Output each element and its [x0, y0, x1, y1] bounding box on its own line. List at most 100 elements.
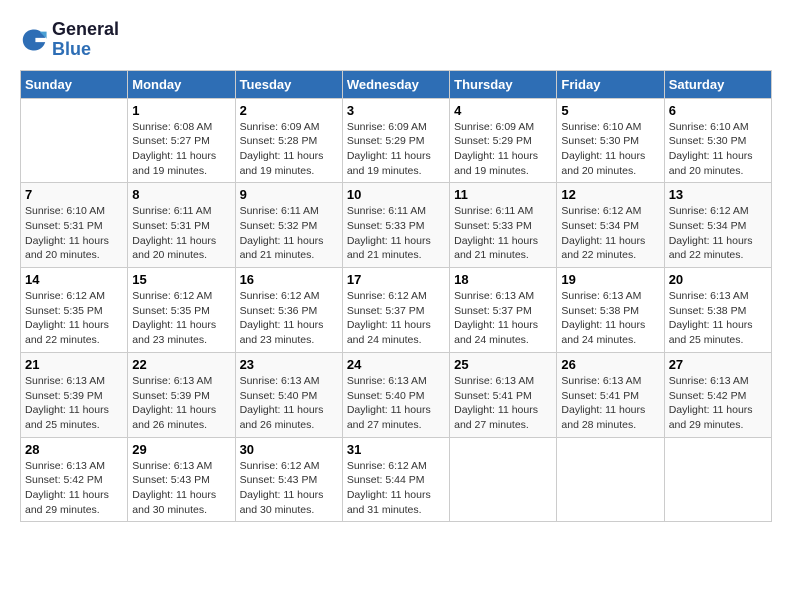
day-number: 15: [132, 272, 230, 287]
day-info: Sunrise: 6:13 AMSunset: 5:38 PMDaylight:…: [561, 289, 659, 348]
week-row-4: 21 Sunrise: 6:13 AMSunset: 5:39 PMDayligh…: [21, 352, 772, 437]
day-number: 2: [240, 103, 338, 118]
day-info: Sunrise: 6:13 AMSunset: 5:41 PMDaylight:…: [454, 374, 552, 433]
header-day-sunday: Sunday: [21, 70, 128, 98]
day-number: 5: [561, 103, 659, 118]
calendar-cell: 6 Sunrise: 6:10 AMSunset: 5:30 PMDaylight…: [664, 98, 771, 183]
calendar-cell: 19 Sunrise: 6:13 AMSunset: 5:38 PMDayligh…: [557, 268, 664, 353]
day-number: 12: [561, 187, 659, 202]
calendar-cell: 11 Sunrise: 6:11 AMSunset: 5:33 PMDayligh…: [450, 183, 557, 268]
day-info: Sunrise: 6:09 AMSunset: 5:29 PMDaylight:…: [347, 120, 445, 179]
week-row-5: 28 Sunrise: 6:13 AMSunset: 5:42 PMDayligh…: [21, 437, 772, 522]
page-header: General Blue: [20, 20, 772, 60]
header-day-friday: Friday: [557, 70, 664, 98]
calendar-cell: 23 Sunrise: 6:13 AMSunset: 5:40 PMDayligh…: [235, 352, 342, 437]
day-number: 28: [25, 442, 123, 457]
day-info: Sunrise: 6:13 AMSunset: 5:42 PMDaylight:…: [669, 374, 767, 433]
day-number: 21: [25, 357, 123, 372]
calendar-cell: 16Sunrise: 6:12 AMSunset: 5:36 PMDayligh…: [235, 268, 342, 353]
calendar-cell: 17 Sunrise: 6:12 AMSunset: 5:37 PMDayligh…: [342, 268, 449, 353]
day-info: Sunrise: 6:12 AMSunset: 5:34 PMDaylight:…: [561, 204, 659, 263]
day-info: Sunrise: 6:13 AMSunset: 5:40 PMDaylight:…: [240, 374, 338, 433]
day-number: 14: [25, 272, 123, 287]
logo-line2: Blue: [52, 40, 119, 60]
calendar-cell: 9Sunrise: 6:11 AMSunset: 5:32 PMDaylight…: [235, 183, 342, 268]
calendar-cell: 10Sunrise: 6:11 AMSunset: 5:33 PMDayligh…: [342, 183, 449, 268]
header-day-monday: Monday: [128, 70, 235, 98]
day-number: 9: [240, 187, 338, 202]
day-info: Sunrise: 6:12 AMSunset: 5:35 PMDaylight:…: [25, 289, 123, 348]
day-number: 10: [347, 187, 445, 202]
day-info: Sunrise: 6:10 AMSunset: 5:30 PMDaylight:…: [561, 120, 659, 179]
day-number: 6: [669, 103, 767, 118]
day-number: 19: [561, 272, 659, 287]
day-number: 26: [561, 357, 659, 372]
day-number: 1: [132, 103, 230, 118]
calendar-cell: 25 Sunrise: 6:13 AMSunset: 5:41 PMDayligh…: [450, 352, 557, 437]
day-info: Sunrise: 6:10 AMSunset: 5:30 PMDaylight:…: [669, 120, 767, 179]
day-info: Sunrise: 6:12 AMSunset: 5:36 PMDaylight:…: [240, 289, 338, 348]
day-number: 3: [347, 103, 445, 118]
calendar-table: SundayMondayTuesdayWednesdayThursdayFrid…: [20, 70, 772, 523]
day-number: 27: [669, 357, 767, 372]
day-info: Sunrise: 6:13 AMSunset: 5:38 PMDaylight:…: [669, 289, 767, 348]
calendar-cell: [557, 437, 664, 522]
calendar-cell: 13Sunrise: 6:12 AMSunset: 5:34 PMDayligh…: [664, 183, 771, 268]
day-info: Sunrise: 6:13 AMSunset: 5:42 PMDaylight:…: [25, 459, 123, 518]
day-info: Sunrise: 6:09 AMSunset: 5:29 PMDaylight:…: [454, 120, 552, 179]
day-info: Sunrise: 6:13 AMSunset: 5:39 PMDaylight:…: [132, 374, 230, 433]
week-row-3: 14 Sunrise: 6:12 AMSunset: 5:35 PMDayligh…: [21, 268, 772, 353]
day-info: Sunrise: 6:08 AMSunset: 5:27 PMDaylight:…: [132, 120, 230, 179]
day-number: 25: [454, 357, 552, 372]
day-number: 23: [240, 357, 338, 372]
day-number: 31: [347, 442, 445, 457]
day-info: Sunrise: 6:12 AMSunset: 5:35 PMDaylight:…: [132, 289, 230, 348]
logo-icon: [20, 26, 48, 54]
day-number: 24: [347, 357, 445, 372]
calendar-cell: [664, 437, 771, 522]
header-day-saturday: Saturday: [664, 70, 771, 98]
day-number: 4: [454, 103, 552, 118]
week-row-1: 1 Sunrise: 6:08 AMSunset: 5:27 PMDaylight…: [21, 98, 772, 183]
calendar-cell: [450, 437, 557, 522]
day-info: Sunrise: 6:10 AMSunset: 5:31 PMDaylight:…: [25, 204, 123, 263]
day-number: 18: [454, 272, 552, 287]
calendar-cell: 8 Sunrise: 6:11 AMSunset: 5:31 PMDaylight…: [128, 183, 235, 268]
day-number: 30: [240, 442, 338, 457]
day-number: 11: [454, 187, 552, 202]
header-day-thursday: Thursday: [450, 70, 557, 98]
calendar-cell: 1 Sunrise: 6:08 AMSunset: 5:27 PMDaylight…: [128, 98, 235, 183]
calendar-header: SundayMondayTuesdayWednesdayThursdayFrid…: [21, 70, 772, 98]
calendar-cell: 4 Sunrise: 6:09 AMSunset: 5:29 PMDaylight…: [450, 98, 557, 183]
header-row: SundayMondayTuesdayWednesdayThursdayFrid…: [21, 70, 772, 98]
day-info: Sunrise: 6:11 AMSunset: 5:31 PMDaylight:…: [132, 204, 230, 263]
calendar-cell: 26Sunrise: 6:13 AMSunset: 5:41 PMDayligh…: [557, 352, 664, 437]
calendar-cell: 7Sunrise: 6:10 AMSunset: 5:31 PMDaylight…: [21, 183, 128, 268]
day-number: 8: [132, 187, 230, 202]
calendar-cell: 30 Sunrise: 6:12 AMSunset: 5:43 PMDayligh…: [235, 437, 342, 522]
calendar-cell: 3 Sunrise: 6:09 AMSunset: 5:29 PMDaylight…: [342, 98, 449, 183]
day-info: Sunrise: 6:13 AMSunset: 5:37 PMDaylight:…: [454, 289, 552, 348]
calendar-cell: 2Sunrise: 6:09 AMSunset: 5:28 PMDaylight…: [235, 98, 342, 183]
calendar-cell: 29 Sunrise: 6:13 AMSunset: 5:43 PMDayligh…: [128, 437, 235, 522]
calendar-cell: 24 Sunrise: 6:13 AMSunset: 5:40 PMDayligh…: [342, 352, 449, 437]
calendar-cell: 14 Sunrise: 6:12 AMSunset: 5:35 PMDayligh…: [21, 268, 128, 353]
day-info: Sunrise: 6:13 AMSunset: 5:40 PMDaylight:…: [347, 374, 445, 433]
day-number: 22: [132, 357, 230, 372]
day-info: Sunrise: 6:11 AMSunset: 5:33 PMDaylight:…: [454, 204, 552, 263]
logo-line1: General: [52, 20, 119, 40]
day-info: Sunrise: 6:12 AMSunset: 5:43 PMDaylight:…: [240, 459, 338, 518]
day-info: Sunrise: 6:13 AMSunset: 5:43 PMDaylight:…: [132, 459, 230, 518]
day-number: 17: [347, 272, 445, 287]
day-number: 20: [669, 272, 767, 287]
calendar-cell: 22 Sunrise: 6:13 AMSunset: 5:39 PMDayligh…: [128, 352, 235, 437]
calendar-cell: 20 Sunrise: 6:13 AMSunset: 5:38 PMDayligh…: [664, 268, 771, 353]
day-number: 29: [132, 442, 230, 457]
calendar-cell: 5 Sunrise: 6:10 AMSunset: 5:30 PMDaylight…: [557, 98, 664, 183]
day-info: Sunrise: 6:12 AMSunset: 5:37 PMDaylight:…: [347, 289, 445, 348]
calendar-body: 1 Sunrise: 6:08 AMSunset: 5:27 PMDaylight…: [21, 98, 772, 522]
header-day-wednesday: Wednesday: [342, 70, 449, 98]
calendar-cell: [21, 98, 128, 183]
calendar-cell: 15 Sunrise: 6:12 AMSunset: 5:35 PMDayligh…: [128, 268, 235, 353]
calendar-cell: 18 Sunrise: 6:13 AMSunset: 5:37 PMDayligh…: [450, 268, 557, 353]
